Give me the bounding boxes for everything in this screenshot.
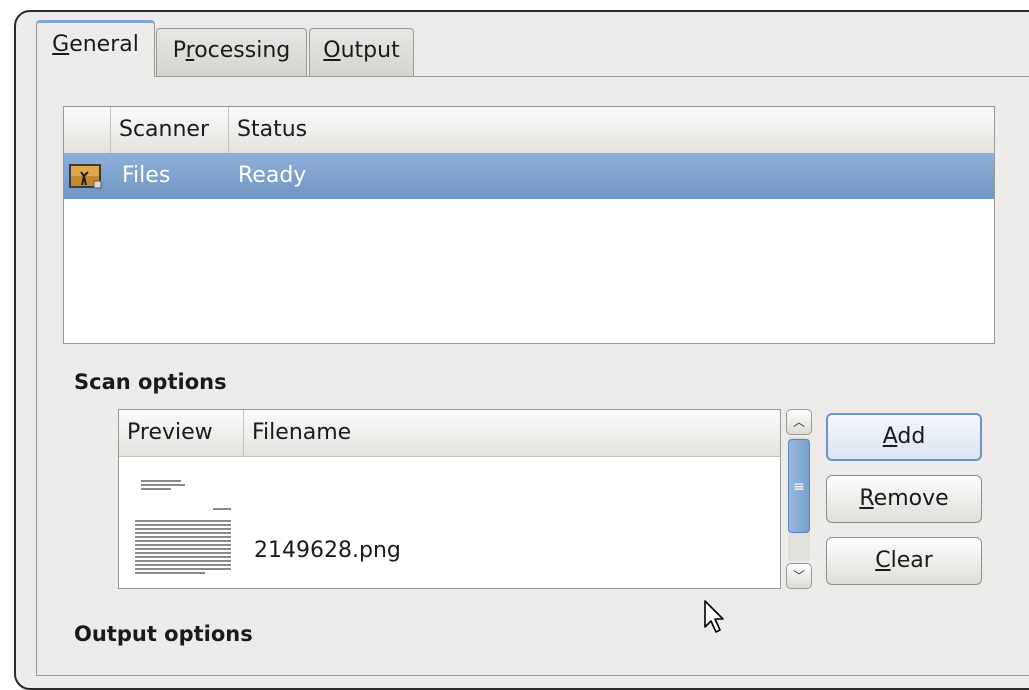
status-column-header[interactable]: Status <box>228 107 428 153</box>
scan-options-title: Scan options <box>74 370 227 394</box>
clear-button[interactable]: Clear <box>826 537 982 585</box>
scrollbar-thumb[interactable]: ≡ <box>788 439 810 533</box>
document-thumbnail-icon <box>133 468 233 584</box>
tab-output-mnemonic: O <box>323 38 341 63</box>
scanner-name: Files <box>122 163 171 188</box>
scanner-column-header[interactable]: Scanner <box>110 107 228 153</box>
file-list-scrollbar[interactable]: ︿ ≡ ﹀ <box>786 409 812 589</box>
chevron-down-icon: ﹀ <box>792 569 805 583</box>
tab-processing-mnemonic: r <box>185 38 195 63</box>
remove-button-label: emove <box>873 486 949 511</box>
scroll-up-button[interactable]: ︿ <box>786 409 812 435</box>
preview-column-label: Preview <box>127 420 213 445</box>
mouse-cursor-icon <box>704 600 724 633</box>
filename-text: 2149628.png <box>254 538 401 563</box>
scanner-list-header: Scanner Status <box>64 107 994 154</box>
scanner-column-label: Scanner <box>119 117 210 142</box>
tab-processing-label: ocessing <box>194 38 291 63</box>
clear-button-label: lear <box>890 548 933 573</box>
tab-output-label: utput <box>340 38 400 63</box>
remove-button-mnemonic: R <box>859 486 874 511</box>
status-column-label: Status <box>237 117 308 142</box>
file-row[interactable]: 2149628.png <box>119 458 780 588</box>
add-button-mnemonic: A <box>882 424 898 449</box>
image-file-icon <box>69 164 102 189</box>
add-button[interactable]: Add <box>826 413 982 461</box>
tab-general-mnemonic: G <box>52 32 70 57</box>
remove-button[interactable]: Remove <box>826 475 982 523</box>
tab-processing-label-pre: P <box>172 38 186 63</box>
output-options-title: Output options <box>74 622 253 646</box>
chevron-up-icon: ︿ <box>792 415 805 429</box>
add-button-label: dd <box>897 424 926 449</box>
tab-output[interactable]: Output <box>309 28 414 76</box>
tab-processing[interactable]: Processing <box>156 28 307 76</box>
tab-general-label: eneral <box>69 32 139 57</box>
scanner-list[interactable]: Scanner Status Files Ready <box>63 106 995 344</box>
tab-general[interactable]: General <box>36 20 155 77</box>
icon-column-header <box>64 107 110 153</box>
scroll-down-button[interactable]: ﹀ <box>786 563 812 589</box>
filename-column-label: Filename <box>252 420 352 445</box>
clear-button-mnemonic: C <box>875 548 891 573</box>
preview-column-header[interactable]: Preview <box>119 410 243 456</box>
file-list[interactable]: Preview Filename 2149628.png <box>118 409 781 589</box>
filename-column-header[interactable]: Filename <box>243 410 543 456</box>
file-list-header: Preview Filename <box>119 410 780 457</box>
scanner-row-files[interactable]: Files Ready <box>64 153 994 199</box>
grip-icon: ≡ <box>793 479 805 495</box>
scanner-status: Ready <box>238 163 307 188</box>
